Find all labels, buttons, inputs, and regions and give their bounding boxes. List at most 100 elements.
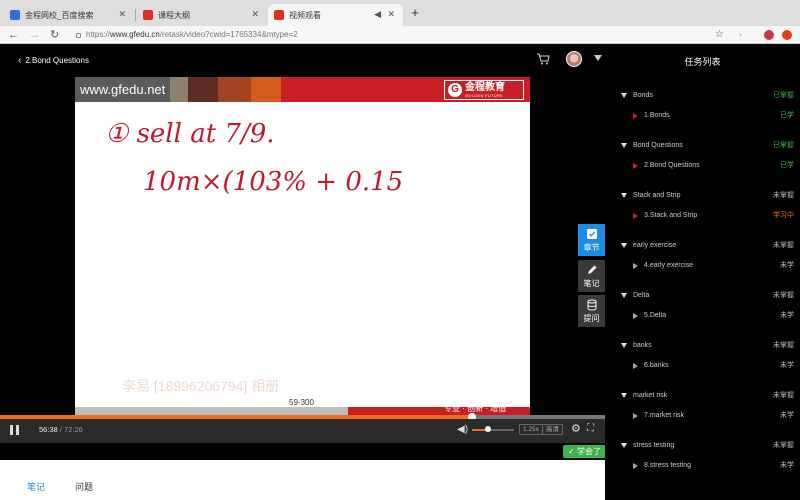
current-time: 56:38: [39, 425, 58, 434]
slide-page-number: 59-300: [289, 398, 314, 407]
play-icon: [633, 313, 638, 319]
play-icon: [633, 363, 638, 369]
item-name: 5.Delta: [644, 312, 667, 319]
gfedu-logo-icon: G: [448, 83, 462, 97]
section-status: 已掌握: [773, 142, 794, 149]
collapse-triangle-icon[interactable]: [621, 343, 627, 348]
back-arrow-icon[interactable]: ←: [8, 27, 19, 43]
collapse-triangle-icon[interactable]: [621, 443, 627, 448]
collapse-triangle-icon[interactable]: [621, 193, 627, 198]
task-section[interactable]: market risk 未掌握: [618, 390, 794, 402]
tab-notes[interactable]: 笔记: [27, 480, 45, 493]
item-status: 已学: [780, 162, 794, 169]
star-bookmark-icon[interactable]: ☆: [715, 27, 724, 43]
golden-future-logo: G 金程教育 GOLDEN FUTURE: [444, 80, 524, 100]
gear-icon[interactable]: ⚙: [571, 423, 581, 435]
notes-button[interactable]: 笔记: [578, 260, 605, 292]
play-icon: [633, 213, 638, 219]
play-icon: [633, 413, 638, 419]
baidu-paw-icon: [10, 10, 20, 20]
section-status: 未掌握: [773, 392, 794, 399]
extension-badge-icon[interactable]: [782, 30, 792, 40]
profile-icon[interactable]: [764, 30, 774, 40]
speaker-icon[interactable]: ◀: [374, 9, 381, 20]
task-item[interactable]: 8.stress testing 未学: [618, 460, 794, 472]
play-icon: [633, 163, 638, 169]
item-name: 4.early exercise: [644, 262, 694, 269]
time-display: 56:38 / 72:26: [39, 425, 83, 435]
browser-tab-baidu[interactable]: 金程网校_百度搜索 ✕: [4, 4, 134, 26]
close-tab-icon[interactable]: ✕: [118, 9, 126, 20]
forward-arrow-icon[interactable]: →: [29, 27, 40, 43]
collapse-triangle-icon[interactable]: [621, 393, 627, 398]
item-status: 未学: [780, 462, 794, 469]
collapse-triangle-icon[interactable]: [621, 293, 627, 298]
user-avatar[interactable]: [566, 51, 582, 67]
close-tab-icon[interactable]: ✕: [387, 9, 395, 20]
task-item[interactable]: 3.Stack and Strip 学习中: [618, 210, 794, 222]
task-item[interactable]: 6.banks 未学: [618, 360, 794, 372]
new-tab-button[interactable]: +: [408, 6, 422, 20]
close-tab-icon[interactable]: ✕: [251, 9, 259, 20]
slide-slogan: 专业 · 创新 · 增值: [444, 404, 507, 413]
pause-icon[interactable]: [10, 425, 19, 435]
url-path: /retask/video?cwid=1765334&mtype=2: [159, 30, 298, 39]
volume-icon[interactable]: ◀): [457, 425, 468, 435]
item-name: 8.stress testing: [644, 462, 692, 469]
section-name: Bonds: [633, 92, 653, 99]
back-to-course-link[interactable]: ‹ 2.Bond Questions: [18, 52, 89, 68]
url-host: www.gfedu.cn: [110, 30, 160, 39]
play-icon: [633, 263, 638, 269]
collapse-triangle-icon[interactable]: [621, 143, 627, 148]
browser-tab-syllabus[interactable]: 课程大纲 ✕: [137, 4, 267, 26]
mark-learned-button[interactable]: ✓ 学会了: [563, 445, 606, 458]
tab-questions[interactable]: 问题: [75, 480, 93, 493]
collapse-triangle-icon[interactable]: [621, 93, 627, 98]
item-name: 7.market risk: [644, 412, 685, 419]
section-name: Delta: [633, 292, 650, 299]
task-section[interactable]: Stack and Strip 未掌握: [618, 190, 794, 202]
collapse-triangle-icon[interactable]: [621, 243, 627, 248]
task-section[interactable]: early exercise 未掌握: [618, 240, 794, 252]
database-icon: [587, 299, 596, 310]
section-name: Stack and Strip: [633, 192, 681, 199]
item-status: 未学: [780, 312, 794, 319]
gfedu-logo-icon: [143, 10, 153, 20]
lesson-title: 2.Bond Questions: [25, 55, 89, 65]
quality-button[interactable]: 高清: [542, 424, 563, 435]
task-section[interactable]: Delta 未掌握: [618, 290, 794, 302]
task-item[interactable]: 5.Delta 未学: [618, 310, 794, 322]
task-item[interactable]: 1.Bonds 已学: [618, 110, 794, 122]
item-status: 未学: [780, 262, 794, 269]
url-field[interactable]: https:// www.gfedu.cn /retask/video?cwid…: [76, 28, 741, 42]
task-section[interactable]: Bond Questions 已掌握: [618, 140, 794, 152]
pencil-icon: [587, 265, 596, 274]
task-item[interactable]: 2.Bond Questions 已学: [618, 160, 794, 172]
item-name: 1.Bonds: [644, 112, 670, 119]
chapter-button[interactable]: 章节: [578, 224, 605, 256]
item-status: 学习中: [773, 212, 794, 219]
task-section[interactable]: banks 未掌握: [618, 340, 794, 352]
cart-icon[interactable]: [536, 53, 550, 65]
gfedu-logo-icon: [274, 10, 284, 20]
chapter-label: 章节: [583, 242, 600, 252]
reload-icon[interactable]: ↻: [50, 27, 59, 43]
task-section[interactable]: Bonds 已掌握: [618, 90, 794, 102]
playback-speed-button[interactable]: 1.25x: [519, 424, 543, 435]
task-section[interactable]: stress testing 未掌握: [618, 440, 794, 452]
dropdown-arrow-icon[interactable]: [594, 55, 602, 61]
ask-label: 提问: [583, 313, 600, 323]
extension-icon[interactable]: ◔: [737, 27, 742, 43]
volume-handle[interactable]: [484, 426, 491, 432]
handwritten-notes: ① sell at 7/9. 10m×(103% + 0.15%): [105, 119, 405, 197]
fullscreen-icon[interactable]: ⛶: [587, 423, 594, 435]
ask-question-button[interactable]: 提问: [578, 295, 605, 327]
play-icon: [633, 113, 638, 119]
logo-en-text: GOLDEN FUTURE: [465, 93, 504, 98]
item-status: 已学: [780, 112, 794, 119]
task-item[interactable]: 7.market risk 未学: [618, 410, 794, 422]
task-item[interactable]: 4.early exercise 未学: [618, 260, 794, 272]
browser-tab-video[interactable]: 视频观看 ◀ ✕: [268, 4, 403, 26]
section-name: Bond Questions: [633, 142, 683, 149]
section-status: 已掌握: [773, 92, 794, 99]
